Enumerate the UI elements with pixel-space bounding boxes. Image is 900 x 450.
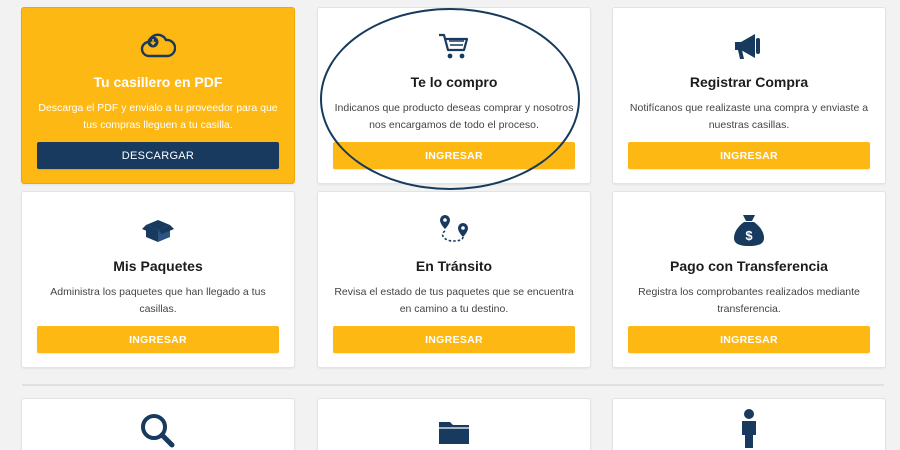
card-pdf-locker: Tu casillero en PDF Descarga el PDF y en… (21, 7, 295, 184)
open-box-icon (138, 210, 178, 250)
card-in-transit: En Tránsito Revisa el estado de tus paqu… (317, 191, 591, 368)
section-divider (22, 384, 884, 386)
card-search (21, 398, 295, 450)
card-register-purchase: Registrar Compra Notifícanos que realiza… (612, 7, 886, 184)
shopping-cart-icon (434, 26, 474, 66)
enter-button[interactable]: INGRESAR (628, 142, 870, 169)
card-title: Te lo compro (410, 74, 498, 90)
card-title: Registrar Compra (689, 74, 809, 90)
cloud-download-icon (138, 26, 178, 66)
person-icon (729, 409, 769, 449)
card-title: En Tránsito (415, 258, 493, 274)
folder-icon (434, 411, 474, 450)
enter-button[interactable]: INGRESAR (628, 326, 870, 353)
card-title: Mis Paquetes (113, 258, 203, 274)
route-map-pin-icon (434, 210, 474, 250)
card-description: Descarga el PDF y envialo a tu proveedor… (38, 102, 278, 131)
card-description: Administra los paquetes que han llegado … (50, 286, 266, 315)
card-my-packages: Mis Paquetes Administra los paquetes que… (21, 191, 295, 368)
download-button[interactable]: DESCARGAR (37, 142, 279, 169)
card-title: Pago con Transferencia (670, 258, 828, 274)
card-buy-for-me: Te lo compro Indicanos que producto dese… (317, 7, 591, 184)
card-description: Registra los comprobantes realizados med… (638, 286, 860, 315)
svg-text:$: $ (745, 228, 753, 243)
card-folder (317, 398, 591, 450)
enter-button[interactable]: INGRESAR (37, 326, 279, 353)
card-person (612, 398, 886, 450)
card-transfer-payment: $ Pago con Transferencia Registra los co… (612, 191, 886, 368)
card-description: Indicanos que producto deseas comprar y … (334, 102, 574, 131)
card-description: Revisa el estado de tus paquetes que se … (334, 286, 574, 315)
money-bag-icon: $ (729, 210, 769, 250)
enter-button[interactable]: INGRESAR (333, 142, 575, 169)
megaphone-icon (729, 26, 769, 66)
card-title: Tu casillero en PDF (93, 74, 223, 90)
search-icon (138, 411, 178, 450)
enter-button[interactable]: INGRESAR (333, 326, 575, 353)
card-description: Notifícanos que realizaste una compra y … (629, 102, 869, 131)
